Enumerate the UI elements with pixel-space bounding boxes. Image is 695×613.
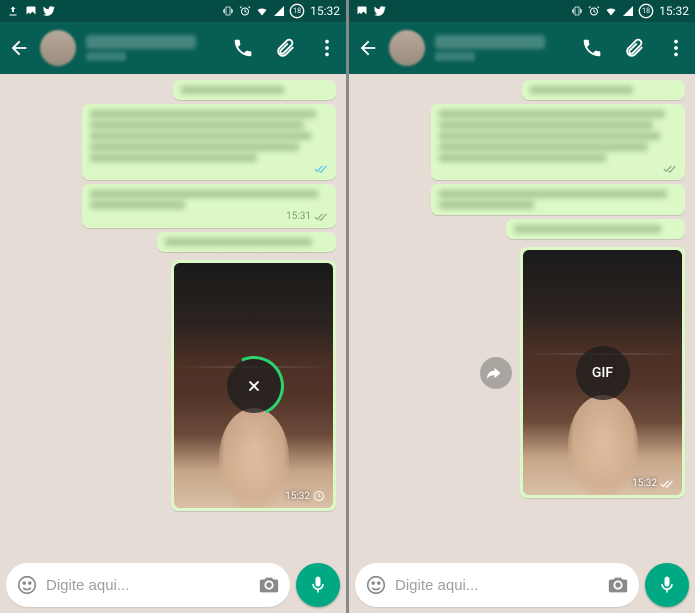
alarm-icon bbox=[238, 4, 252, 18]
gif-badge[interactable]: GIF bbox=[576, 346, 630, 400]
app-bar bbox=[0, 22, 346, 74]
message-bubble[interactable] bbox=[157, 232, 336, 252]
emoji-button[interactable] bbox=[16, 574, 38, 596]
battery-icon: 18 bbox=[638, 3, 654, 19]
contact-info[interactable] bbox=[435, 35, 571, 61]
media-time: 15:32 bbox=[285, 490, 325, 502]
mic-button[interactable] bbox=[645, 563, 689, 607]
vibrate-icon bbox=[221, 4, 235, 18]
alarm-icon bbox=[587, 4, 601, 18]
image-icon bbox=[24, 4, 38, 18]
forward-button[interactable] bbox=[480, 357, 512, 389]
upload-icon bbox=[6, 4, 20, 18]
chat-area[interactable]: 15:31 15:32 bbox=[0, 74, 346, 557]
battery-label: 18 bbox=[293, 7, 301, 15]
contact-status bbox=[435, 52, 475, 61]
message-time: 15:31 bbox=[286, 211, 311, 222]
phone-screen-left: 18 15:32 1 bbox=[0, 0, 346, 613]
input-bar bbox=[349, 557, 695, 613]
contact-status bbox=[86, 52, 126, 61]
gif-label: GIF bbox=[592, 365, 613, 381]
contact-info[interactable] bbox=[86, 35, 222, 61]
chat-area[interactable]: GIF 15:32 bbox=[349, 74, 695, 557]
media-message[interactable]: 15:32 bbox=[171, 260, 336, 511]
attach-button[interactable] bbox=[623, 37, 645, 59]
back-button[interactable] bbox=[357, 37, 379, 59]
contact-name bbox=[86, 35, 196, 49]
menu-button[interactable] bbox=[665, 37, 687, 59]
status-bar: 18 15:32 bbox=[349, 0, 695, 22]
status-time: 15:32 bbox=[659, 4, 689, 18]
status-bar: 18 15:32 bbox=[0, 0, 346, 22]
media-time: 15:32 bbox=[632, 478, 674, 489]
signal-icon bbox=[272, 4, 286, 18]
mic-button[interactable] bbox=[296, 563, 340, 607]
signal-icon bbox=[621, 4, 635, 18]
message-bubble[interactable] bbox=[173, 80, 336, 100]
cancel-upload-button[interactable] bbox=[227, 359, 281, 413]
contact-name bbox=[435, 35, 545, 49]
image-icon bbox=[355, 4, 369, 18]
wifi-icon bbox=[255, 4, 269, 18]
twitter-icon bbox=[42, 4, 56, 18]
message-input-box[interactable] bbox=[6, 563, 290, 607]
input-bar bbox=[0, 557, 346, 613]
message-bubble[interactable]: 15:31 bbox=[82, 184, 336, 228]
phone-screen-right: 18 15:32 bbox=[349, 0, 695, 613]
media-thumbnail[interactable]: GIF 15:32 bbox=[523, 250, 682, 495]
message-bubble[interactable] bbox=[431, 104, 685, 180]
media-thumbnail[interactable]: 15:32 bbox=[174, 263, 333, 508]
media-message[interactable]: GIF 15:32 bbox=[520, 247, 685, 498]
avatar[interactable] bbox=[40, 30, 76, 66]
message-bubble[interactable] bbox=[431, 184, 685, 215]
status-time: 15:32 bbox=[310, 4, 340, 18]
message-bubble[interactable] bbox=[506, 219, 685, 239]
camera-button[interactable] bbox=[607, 574, 629, 596]
call-button[interactable] bbox=[581, 37, 603, 59]
message-bubble[interactable] bbox=[522, 80, 685, 100]
battery-label: 18 bbox=[642, 7, 650, 15]
avatar[interactable] bbox=[389, 30, 425, 66]
app-bar bbox=[349, 22, 695, 74]
back-button[interactable] bbox=[8, 37, 30, 59]
camera-button[interactable] bbox=[258, 574, 280, 596]
call-button[interactable] bbox=[232, 37, 254, 59]
message-input[interactable] bbox=[395, 577, 599, 594]
menu-button[interactable] bbox=[316, 37, 338, 59]
message-input-box[interactable] bbox=[355, 563, 639, 607]
attach-button[interactable] bbox=[274, 37, 296, 59]
message-bubble[interactable] bbox=[82, 104, 336, 180]
twitter-icon bbox=[373, 4, 387, 18]
wifi-icon bbox=[604, 4, 618, 18]
emoji-button[interactable] bbox=[365, 574, 387, 596]
vibrate-icon bbox=[570, 4, 584, 18]
battery-icon: 18 bbox=[289, 3, 305, 19]
message-input[interactable] bbox=[46, 577, 250, 594]
